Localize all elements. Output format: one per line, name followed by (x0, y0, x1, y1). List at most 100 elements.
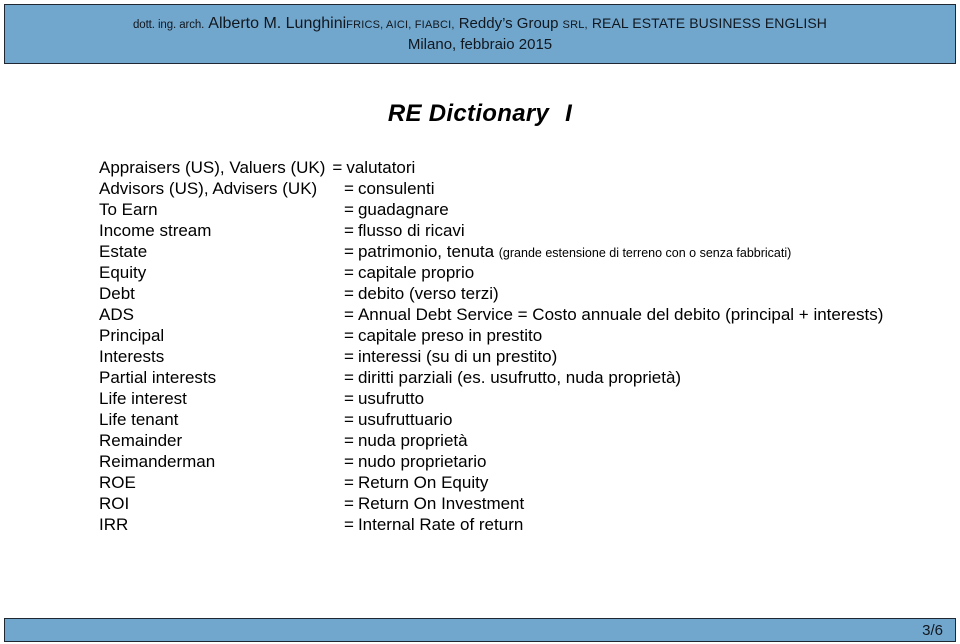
glossary-row: Life tenant = usufruttuario (99, 409, 929, 430)
glossary-term: Appraisers (US), Valuers (UK) (99, 158, 326, 177)
glossary-row: Partial interests = diritti parziali (es. … (99, 367, 929, 388)
glossary-row: Reimanderman = nudo proprietario (99, 451, 929, 472)
equals-sign: = (332, 158, 343, 177)
header-line-2: Milano, febbraio 2015 (407, 35, 553, 53)
equals-sign: = (344, 347, 354, 366)
equals-sign: = (344, 389, 354, 408)
glossary-definition-text: Internal Rate of return (357, 515, 524, 534)
glossary-row: Principal = capitale preso in prestito (99, 325, 929, 346)
equals-sign: = (344, 221, 354, 240)
equals-sign: = (344, 326, 354, 345)
glossary-term: Remainder (99, 431, 183, 450)
equals-sign: = (344, 263, 354, 282)
glossary-definition: = capitale preso in prestito (344, 325, 542, 346)
header-title-prefix: dott. ing. arch. (132, 19, 205, 32)
glossary-definition: = usufruttuario (344, 409, 452, 430)
glossary-definition-text: usufruttuario (357, 410, 453, 429)
glossary-term: To Earn (99, 200, 158, 219)
glossary-row: Interests = interessi (su di un prestito) (99, 346, 929, 367)
glossary-definition-text: interessi (su di un prestito) (357, 347, 558, 366)
equals-sign: = (344, 452, 354, 471)
glossary-definition: = Return On Equity (344, 472, 488, 493)
glossary-row: To Earn = guadagnare (99, 199, 929, 220)
header-credentials: FRICS, AICI, FIABCI, (346, 19, 455, 32)
glossary-term: Debt (99, 284, 135, 303)
glossary-definition: = debito (verso terzi) (344, 283, 499, 304)
glossary-definition-text: debito (verso terzi) (357, 284, 499, 303)
equals-sign: = (344, 284, 354, 303)
glossary-row: Debt = debito (verso terzi) (99, 283, 929, 304)
page-number: 3/6 (922, 621, 943, 639)
glossary-term: Principal (99, 326, 165, 345)
glossary-definition: = diritti parziali (es. usufrutto, nuda p… (344, 367, 681, 388)
glossary-term: Life interest (99, 389, 187, 408)
glossary-definition-text: nudo proprietario (357, 452, 487, 471)
glossary-term: Interests (99, 347, 165, 366)
glossary-list: Appraisers (US), Valuers (UK) = valutatori… (99, 157, 929, 535)
equals-sign: = (344, 473, 354, 492)
equals-sign: = (344, 494, 354, 513)
glossary-definition: = nuda proprietà (344, 430, 468, 451)
glossary-row: Income stream = flusso di ricavi (99, 220, 929, 241)
glossary-definition-text: valutatori (346, 158, 416, 177)
glossary-definition: = flusso di ricavi (344, 220, 465, 241)
glossary-term: IRR (99, 515, 129, 534)
glossary-term: Equity (99, 263, 147, 282)
equals-sign: = (344, 515, 354, 534)
glossary-term: Partial interests (99, 368, 217, 387)
glossary-definition: = consulenti (344, 178, 435, 199)
glossary-definition: = Annual Debt Service = Costo annuale del… (344, 304, 883, 325)
glossary-definition-text: Return On Equity (357, 473, 489, 492)
glossary-definition: = Internal Rate of return (344, 514, 523, 535)
glossary-row: IRR = Internal Rate of return (99, 514, 929, 535)
glossary-row: Appraisers (US), Valuers (UK) = valutatori (99, 157, 929, 178)
page-title-main: RE Dictionary (387, 100, 550, 127)
glossary-definition: = Return On Investment (344, 493, 524, 514)
glossary-term: ADS (99, 305, 134, 324)
glossary-definition-text: capitale proprio (357, 263, 475, 282)
glossary-row: ROE = Return On Equity (99, 472, 929, 493)
glossary-definition: = guadagnare (344, 199, 449, 220)
header-author-name: Alberto M. Lunghini (208, 15, 347, 33)
header-line-1: dott. ing. arch. Alberto M. LunghiniFRIC… (133, 15, 827, 33)
glossary-definition: = nudo proprietario (344, 451, 486, 472)
equals-sign: = (344, 179, 354, 198)
glossary-definition: = interessi (su di un prestito) (344, 346, 557, 367)
glossary-term: ROE (99, 473, 136, 492)
glossary-row: Life interest = usufrutto (99, 388, 929, 409)
glossary-row: ADS = Annual Debt Service = Costo annuale … (99, 304, 929, 325)
glossary-definition-text: nuda proprietà (357, 431, 468, 450)
equals-sign: = (344, 305, 354, 324)
glossary-definition-text: Return On Investment (357, 494, 525, 513)
slide-header-band: dott. ing. arch. Alberto M. LunghiniFRIC… (4, 4, 956, 64)
equals-sign: = (344, 368, 354, 387)
glossary-definition: = patrimonio, tenuta (grande estensione d… (344, 241, 791, 264)
header-course-name: REAL ESTATE BUSINESS ENGLISH (591, 15, 827, 32)
page-title-numeral: I (565, 100, 573, 127)
glossary-definition: = usufrutto (344, 388, 424, 409)
glossary-definition-text: consulenti (357, 179, 435, 198)
equals-sign: = (344, 410, 354, 429)
glossary-term: ROI (99, 494, 130, 513)
equals-sign: = (344, 242, 354, 261)
glossary-row: ROI = Return On Investment (99, 493, 929, 514)
glossary-term: Income stream (99, 221, 212, 240)
page-title: RE Dictionary I (0, 100, 960, 128)
glossary-definition-text: guadagnare (357, 200, 449, 219)
glossary-term: Life tenant (99, 410, 179, 429)
glossary-definition-text: patrimonio, tenuta (357, 242, 495, 261)
glossary-definition-note: (grande estensione di terreno con o senz… (498, 246, 792, 260)
glossary-term: Advisors (US), Advisers (UK) (99, 179, 318, 198)
glossary-definition: = capitale proprio (344, 262, 474, 283)
equals-sign: = (344, 200, 354, 219)
glossary-row: Remainder = nuda proprietà (99, 430, 929, 451)
glossary-definition-text: usufrutto (357, 389, 425, 408)
glossary-row: Estate = patrimonio, tenuta (grande estens… (99, 241, 929, 262)
glossary-definition-text: diritti parziali (es. usufrutto, nuda pr… (357, 368, 682, 387)
glossary-definition-text: flusso di ricavi (357, 221, 465, 240)
glossary-row: Advisors (US), Advisers (UK) = consulenti (99, 178, 929, 199)
header-company: Reddy’s Group (458, 15, 559, 33)
glossary-row: Equity = capitale proprio (99, 262, 929, 283)
glossary-definition: = valutatori (332, 157, 415, 178)
glossary-definition-text: capitale preso in prestito (357, 326, 543, 345)
